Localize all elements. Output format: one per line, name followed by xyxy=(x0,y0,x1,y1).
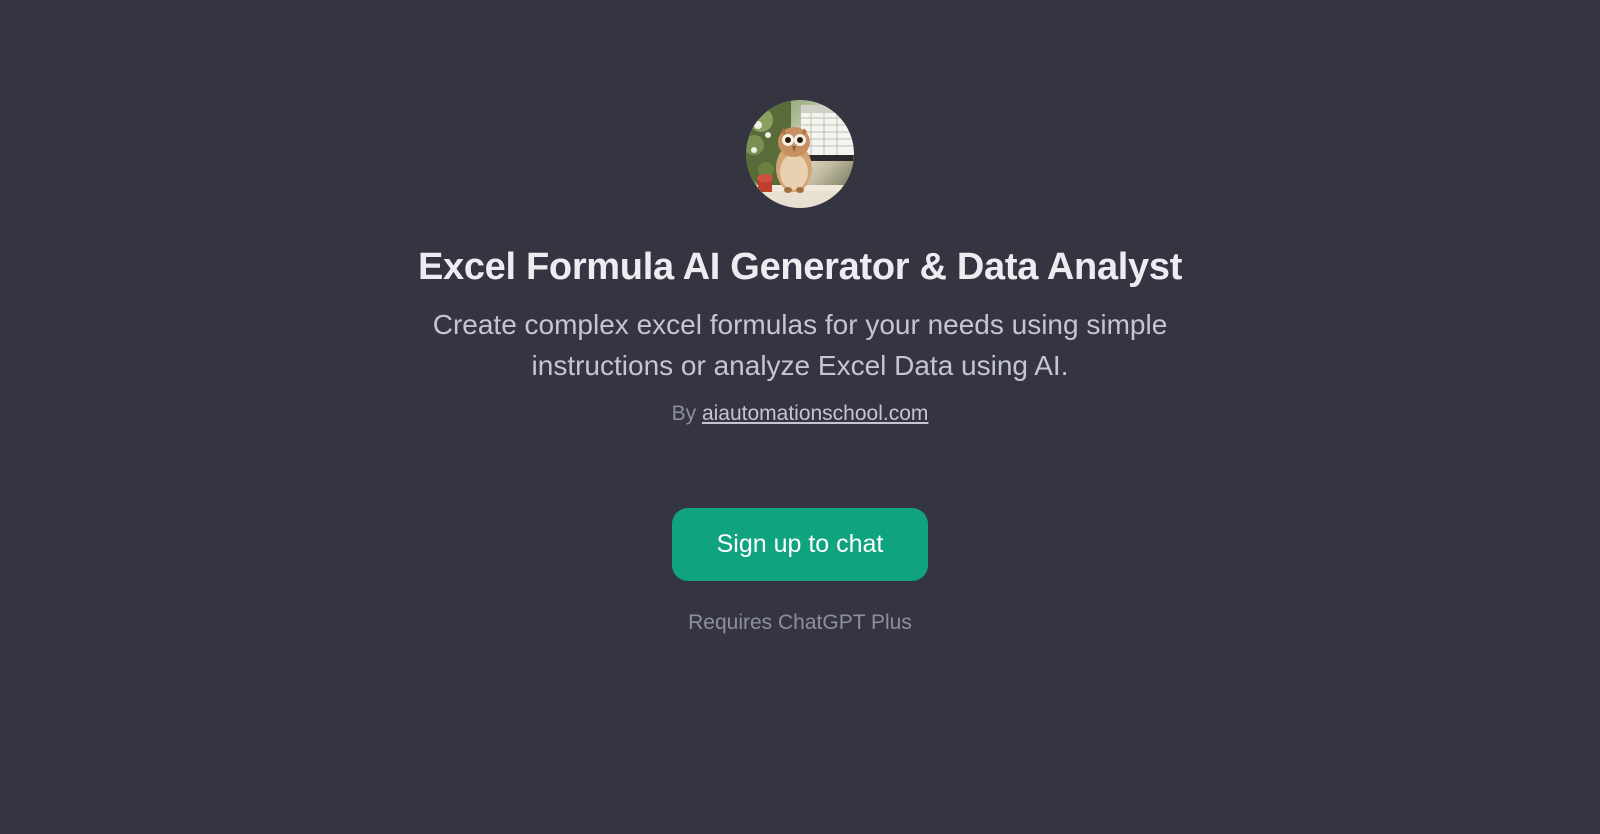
gpt-description: Create complex excel formulas for your n… xyxy=(400,305,1200,386)
signup-button[interactable]: Sign up to chat xyxy=(672,508,929,581)
author-link[interactable]: aiautomationschool.com xyxy=(702,402,928,425)
gpt-title: Excel Formula AI Generator & Data Analys… xyxy=(418,246,1182,289)
requirement-text: Requires ChatGPT Plus xyxy=(688,611,912,635)
author-prefix: By xyxy=(672,402,702,425)
gpt-avatar xyxy=(746,100,854,208)
owl-spreadsheet-icon xyxy=(746,100,854,208)
gpt-author: By aiautomationschool.com xyxy=(672,402,929,426)
